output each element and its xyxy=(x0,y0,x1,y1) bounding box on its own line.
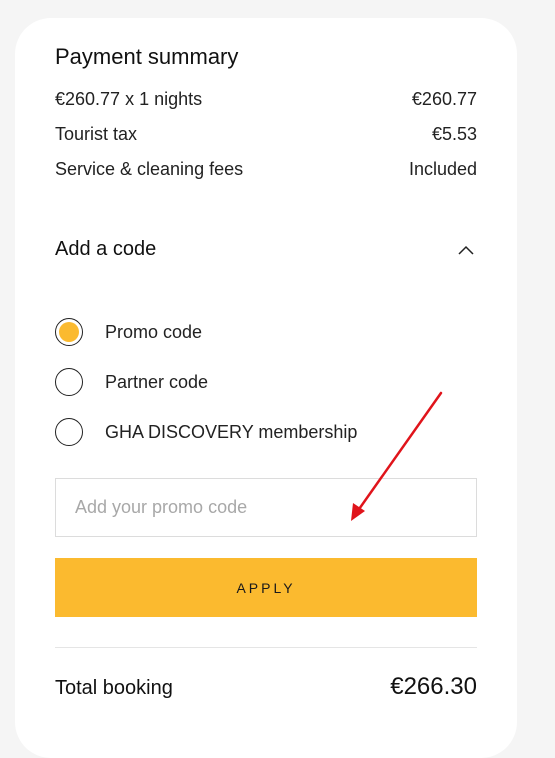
summary-row-label: Service & cleaning fees xyxy=(55,159,244,179)
radio-option-partner-code[interactable]: Partner code xyxy=(55,368,208,396)
radio-button[interactable] xyxy=(55,418,83,446)
summary-row-nights: €260.77 x 1 nights €260.77 xyxy=(55,89,477,110)
summary-row-tourist-tax: Tourist tax €5.53 xyxy=(55,124,477,145)
radio-label: Partner code xyxy=(105,371,209,392)
summary-row-value: Included xyxy=(408,159,477,179)
summary-row-value: €260.77 xyxy=(411,89,477,109)
divider xyxy=(55,647,477,648)
radio-button[interactable] xyxy=(55,368,83,396)
radio-label: Promo code xyxy=(105,321,203,342)
promo-code-input[interactable] xyxy=(55,478,477,537)
total-label: Total booking xyxy=(55,677,173,699)
payment-summary-card: Payment summary €260.77 x 1 nights €260.… xyxy=(15,18,517,758)
radio-option-promo-code[interactable]: Promo code xyxy=(55,318,202,346)
apply-button[interactable]: APPLY xyxy=(55,558,477,617)
add-code-title: Add a code xyxy=(55,238,157,260)
add-code-header[interactable]: Add a code xyxy=(55,238,477,261)
radio-label: GHA DISCOVERY membership xyxy=(105,421,358,442)
payment-summary-title: Payment summary xyxy=(55,44,239,69)
radio-button-selected[interactable] xyxy=(55,318,83,346)
total-booking-row: Total booking €266.30 xyxy=(55,673,477,701)
summary-row-label: Tourist tax xyxy=(55,124,138,144)
total-value: €266.30 xyxy=(390,673,477,700)
radio-option-gha-discovery[interactable]: GHA DISCOVERY membership xyxy=(55,418,357,446)
summary-row-label: €260.77 x 1 nights xyxy=(55,89,203,109)
summary-row-fees: Service & cleaning fees Included xyxy=(55,159,477,180)
chevron-up-icon[interactable] xyxy=(455,239,477,261)
summary-row-value: €5.53 xyxy=(431,124,477,144)
